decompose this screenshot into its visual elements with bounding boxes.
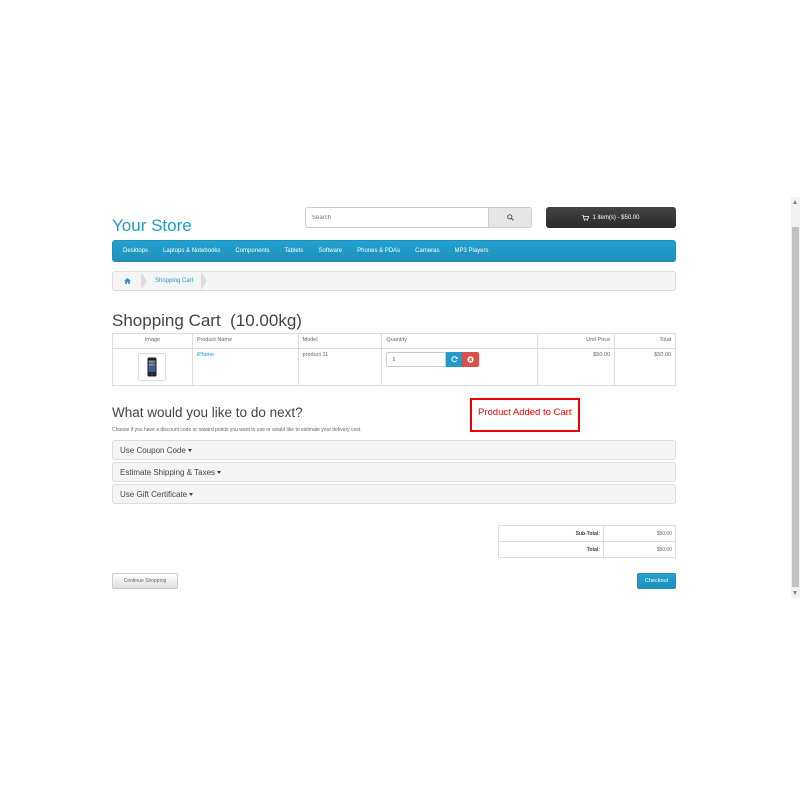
total-label: Total:	[498, 541, 604, 558]
home-icon	[123, 278, 131, 284]
quantity-input[interactable]: 1	[386, 352, 447, 367]
product-image-cell	[112, 348, 193, 386]
shipping-panel[interactable]: Estimate Shipping & Taxes	[112, 462, 676, 482]
table-row: iPhone product 11 1 $50.00 $50.00	[112, 348, 676, 386]
row-total: $50.00	[614, 348, 676, 386]
column-header-image: Image	[112, 333, 193, 349]
subtotal-label: Sub-Total:	[498, 525, 604, 542]
panel-label: Use Coupon Code	[120, 445, 186, 455]
breadcrumb-home[interactable]	[113, 272, 141, 290]
panel-label: Estimate Shipping & Taxes	[120, 467, 216, 477]
product-name-link[interactable]: iPhone	[197, 352, 214, 358]
column-header-quantity: Quantity	[381, 333, 539, 349]
breadcrumb-separator	[141, 272, 147, 290]
search-icon	[506, 214, 514, 221]
continue-shopping-button[interactable]: Continue Shopping	[112, 573, 178, 589]
nav-item-software[interactable]: Software	[318, 248, 342, 254]
column-header-total: Total	[614, 333, 676, 349]
quantity-group: 1	[386, 352, 533, 367]
remove-button[interactable]	[462, 352, 480, 367]
coupon-panel[interactable]: Use Coupon Code	[112, 440, 676, 460]
added-to-cart-notice: Product Added to Cart	[470, 398, 580, 432]
panel-label: Use Gift Certificate	[120, 489, 188, 499]
next-steps-description: Choose if you have a discount code or re…	[112, 427, 362, 433]
column-header-unit-price: Unit Price	[537, 333, 616, 349]
quantity-cell: 1	[381, 348, 539, 386]
shopping-cart-icon	[582, 214, 590, 221]
unit-price: $50.00	[537, 348, 616, 386]
update-button[interactable]	[446, 352, 463, 367]
nav-item-mp3[interactable]: MP3 Players	[455, 248, 489, 254]
nav-item-components[interactable]: Components	[235, 248, 269, 254]
search-bar	[305, 207, 532, 228]
product-thumbnail[interactable]	[138, 353, 167, 381]
nav-item-phones[interactable]: Phones & PDAs	[357, 248, 400, 254]
cart-button[interactable]: 1 item(s) - $50.00	[546, 207, 676, 228]
gift-certificate-panel[interactable]: Use Gift Certificate	[112, 484, 676, 504]
cart-summary: 1 item(s) - $50.00	[592, 214, 640, 221]
scroll-up-arrow[interactable]	[793, 200, 797, 204]
caret-down-icon	[187, 448, 192, 452]
breadcrumb-separator	[201, 272, 208, 290]
scrollbar-thumb[interactable]	[792, 227, 799, 587]
nav-item-laptops[interactable]: Laptops & Notebooks	[163, 248, 220, 254]
next-steps-title: What would you like to do next?	[112, 405, 303, 420]
product-name-cell: iPhone	[191, 348, 299, 386]
search-input[interactable]	[306, 208, 488, 227]
nav-item-tablets[interactable]: Tablets	[284, 248, 303, 254]
caret-down-icon	[189, 492, 194, 496]
page-title: Shopping Cart (10.00kg)	[112, 311, 302, 330]
table-row: Sub-Total: $50.00	[498, 525, 676, 542]
table-row: Total: $50.00	[498, 541, 676, 558]
search-button[interactable]	[488, 208, 531, 227]
totals-table: Sub-Total: $50.00 Total: $50.00	[498, 525, 676, 558]
store-logo[interactable]: Your Store	[112, 216, 192, 236]
main-nav: Desktops Laptops & Notebooks Components …	[112, 240, 676, 262]
scroll-down-arrow[interactable]	[793, 591, 797, 595]
iphone-image	[147, 357, 157, 377]
page-scrollbar[interactable]	[791, 197, 800, 598]
nav-item-cameras[interactable]: Cameras	[415, 248, 439, 254]
nav-item-desktops[interactable]: Desktops	[123, 248, 148, 254]
breadcrumb: Shopping Cart	[112, 271, 676, 291]
breadcrumb-current[interactable]: Shopping Cart	[147, 278, 201, 284]
checkout-button[interactable]: Checkout	[637, 573, 676, 589]
subtotal-value: $50.00	[603, 525, 676, 542]
refresh-icon	[451, 356, 458, 363]
column-header-name: Product Name	[191, 333, 299, 349]
cart-table: Image Product Name Model Quantity Unit P…	[112, 333, 676, 386]
total-value: $50.00	[603, 541, 676, 558]
remove-icon	[467, 356, 475, 363]
product-model: product 11	[297, 348, 383, 386]
caret-down-icon	[217, 470, 222, 474]
column-header-model: Model	[297, 333, 383, 349]
